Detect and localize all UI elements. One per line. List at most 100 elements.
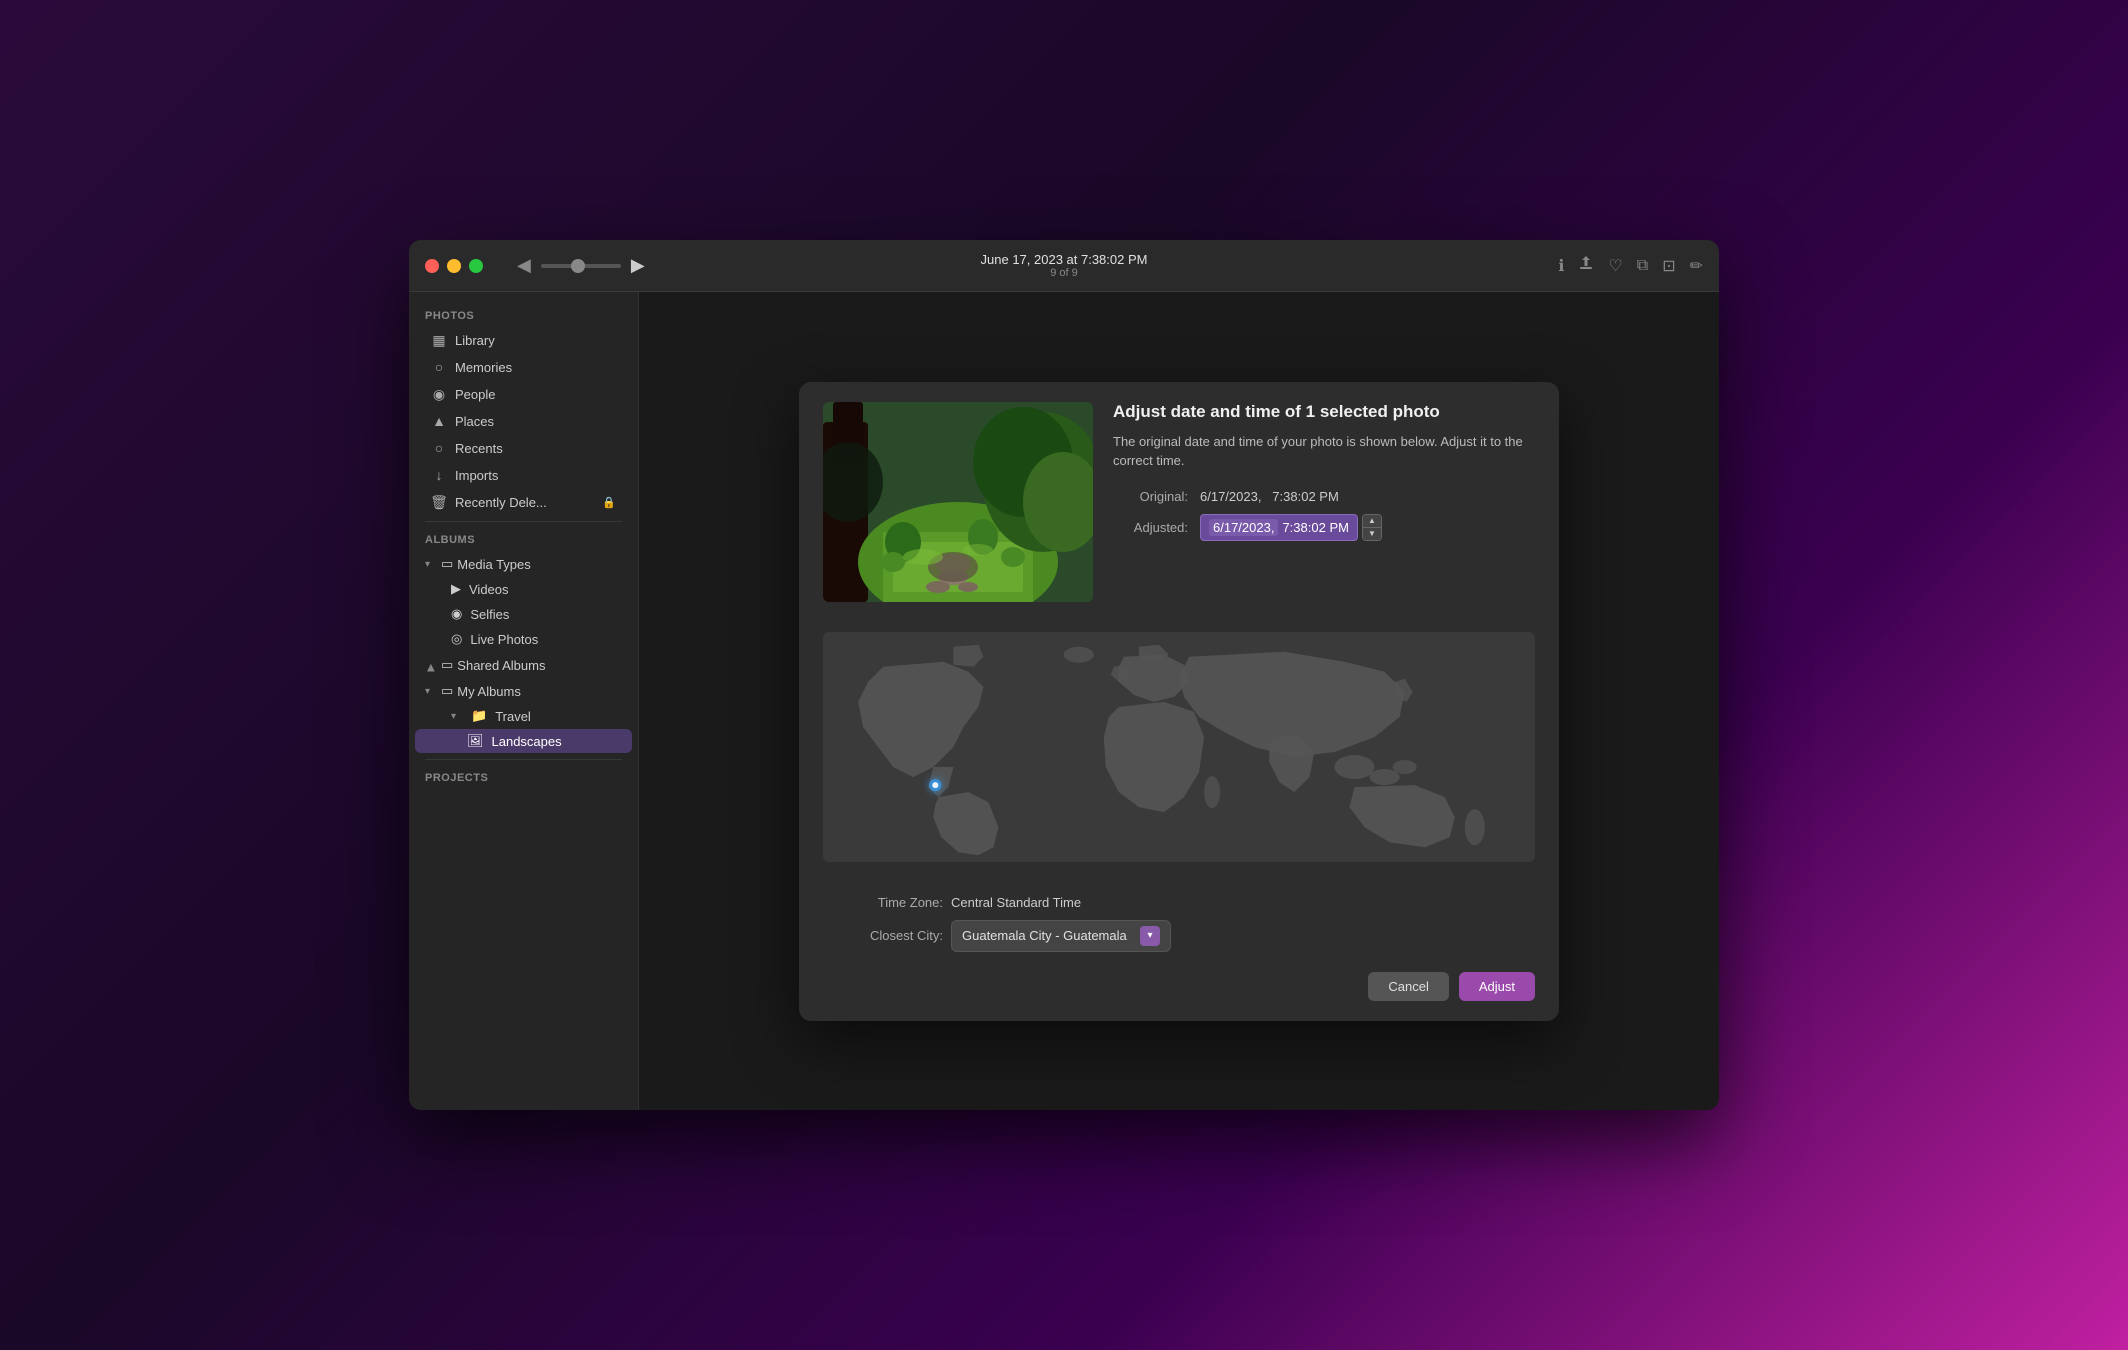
timezone-value: Central Standard Time xyxy=(951,895,1081,910)
original-date-value: 6/17/2023, xyxy=(1200,489,1261,504)
my-albums-chevron: ▾ xyxy=(425,686,437,697)
library-icon: ▦ xyxy=(431,332,447,348)
world-map xyxy=(823,632,1535,862)
duplicate-icon[interactable]: ⧉ xyxy=(1637,257,1648,275)
shared-albums-chevron: ▶ xyxy=(426,659,437,671)
sidebar-item-live-photos[interactable]: ◎ Live Photos xyxy=(415,627,632,651)
info-icon[interactable]: ℹ xyxy=(1558,256,1564,276)
nav-slider-thumb xyxy=(571,259,585,273)
imports-icon: ↓ xyxy=(431,467,447,483)
recently-deleted-label: Recently Dele... xyxy=(455,495,594,510)
sidebar-item-people[interactable]: ◉ People xyxy=(415,381,632,407)
dialog-title: Adjust date and time of 1 selected photo xyxy=(1113,402,1535,422)
share-icon[interactable] xyxy=(1578,255,1594,276)
date-input-field[interactable]: 6/17/2023, 7:38:02 PM xyxy=(1200,514,1358,541)
my-albums-label: My Albums xyxy=(457,684,521,699)
memories-icon: ○ xyxy=(431,359,447,375)
timezone-row: Time Zone: Central Standard Time xyxy=(823,895,1535,910)
dialog-bottom: Time Zone: Central Standard Time Closest… xyxy=(799,883,1559,1021)
sidebar-divider-1 xyxy=(425,521,622,522)
photos-section-label: Photos xyxy=(409,304,638,326)
stepper-up[interactable]: ▲ xyxy=(1363,515,1381,527)
adjusted-date-value[interactable]: 6/17/2023, xyxy=(1209,519,1278,536)
lock-icon: 🔒 xyxy=(602,496,616,509)
selfies-label: Selfies xyxy=(470,607,509,622)
original-time-value: 7:38:02 PM xyxy=(1272,489,1339,504)
landscapes-label: Landscapes xyxy=(492,734,562,749)
travel-group-header[interactable]: ▾ 📁 Travel xyxy=(415,704,632,728)
forward-arrow[interactable]: ▶ xyxy=(627,253,649,278)
shared-albums-icon: ▭ xyxy=(441,657,453,673)
sidebar-item-landscapes[interactable]: 🖼 Landscapes xyxy=(415,729,632,753)
original-label: Original: xyxy=(1113,489,1188,504)
stepper-down[interactable]: ▼ xyxy=(1363,528,1381,540)
live-photos-label: Live Photos xyxy=(470,632,538,647)
adjust-date-dialog: Adjust date and time of 1 selected photo… xyxy=(799,382,1559,1021)
navigation-controls: ◀ ▶ xyxy=(513,253,649,278)
dialog-top: Adjust date and time of 1 selected photo… xyxy=(799,382,1559,622)
city-select[interactable]: Guatemala City - Guatemala ▾ xyxy=(951,920,1171,952)
media-types-header[interactable]: ▾ ▭ Media Types xyxy=(415,552,632,576)
back-arrow[interactable]: ◀ xyxy=(513,253,535,278)
original-date: 6/17/2023, 7:38:02 PM xyxy=(1200,489,1339,504)
adjusted-time-value[interactable]: 7:38:02 PM xyxy=(1282,520,1349,535)
adjusted-date-input-group[interactable]: 6/17/2023, 7:38:02 PM ▲ ▼ xyxy=(1200,514,1382,541)
places-label: Places xyxy=(455,414,616,429)
adjust-button[interactable]: Adjust xyxy=(1459,972,1535,1001)
sidebar-divider-2 xyxy=(425,759,622,760)
library-label: Library xyxy=(455,333,616,348)
sidebar-item-places[interactable]: ▲ Places xyxy=(415,408,632,434)
memories-label: Memories xyxy=(455,360,616,375)
sidebar-item-memories[interactable]: ○ Memories xyxy=(415,354,632,380)
sidebar-item-recents[interactable]: ○ Recents xyxy=(415,435,632,461)
videos-label: Videos xyxy=(469,582,509,597)
sidebar-item-videos[interactable]: ▶ Videos xyxy=(415,577,632,601)
sidebar-item-library[interactable]: ▦ Library xyxy=(415,327,632,353)
media-types-label: Media Types xyxy=(457,557,530,572)
travel-chevron: ▾ xyxy=(451,711,463,722)
close-button[interactable] xyxy=(425,259,439,273)
cancel-button[interactable]: Cancel xyxy=(1368,972,1448,1001)
heart-icon[interactable]: ♡ xyxy=(1608,256,1622,276)
dialog-info: Adjust date and time of 1 selected photo… xyxy=(1113,402,1535,602)
edit-icon[interactable]: ✏ xyxy=(1690,256,1703,276)
travel-folder-icon: 📁 xyxy=(471,708,487,724)
dialog-description: The original date and time of your photo… xyxy=(1113,432,1535,471)
fullscreen-button[interactable] xyxy=(469,259,483,273)
my-albums-header[interactable]: ▾ ▭ My Albums xyxy=(415,679,632,703)
dialog-overlay: Adjust date and time of 1 selected photo… xyxy=(639,292,1719,1110)
recents-icon: ○ xyxy=(431,440,447,456)
media-types-chevron: ▾ xyxy=(425,559,437,570)
dialog-buttons: Cancel Adjust xyxy=(823,972,1535,1001)
timezone-label: Time Zone: xyxy=(823,895,943,910)
sidebar-item-selfies[interactable]: ◉ Selfies xyxy=(415,602,632,626)
albums-section-label: Albums xyxy=(409,528,638,550)
minimize-button[interactable] xyxy=(447,259,461,273)
city-row: Closest City: Guatemala City - Guatemala… xyxy=(823,920,1535,952)
crop-icon[interactable]: ⊡ xyxy=(1662,256,1675,276)
city-dropdown-arrow[interactable]: ▾ xyxy=(1140,926,1160,946)
sidebar-item-imports[interactable]: ↓ Imports xyxy=(415,462,632,488)
world-map-container xyxy=(799,622,1559,883)
sidebar-group-media-types: ▾ ▭ Media Types ▶ Videos ◉ Selfies ◎ Liv… xyxy=(409,552,638,651)
shared-albums-label: Shared Albums xyxy=(457,658,545,673)
selfies-icon: ◉ xyxy=(451,606,462,622)
title-bar: ◀ ▶ June 17, 2023 at 7:38:02 PM 9 of 9 ℹ… xyxy=(409,240,1719,292)
window-title: June 17, 2023 at 7:38:02 PM xyxy=(981,252,1148,267)
shared-albums-header[interactable]: ▶ ▭ Shared Albums xyxy=(415,653,632,677)
landscapes-icon: 🖼 xyxy=(467,733,484,749)
toolbar-actions: ℹ ♡ ⧉ ⊡ ✏ xyxy=(1558,255,1703,276)
people-icon: ◉ xyxy=(431,386,447,402)
trash-icon: 🗑 xyxy=(431,494,447,510)
videos-icon: ▶ xyxy=(451,581,461,597)
recents-label: Recents xyxy=(455,441,616,456)
city-select-text: Guatemala City - Guatemala xyxy=(962,928,1134,943)
nav-slider[interactable] xyxy=(541,264,621,268)
sidebar-item-recently-deleted[interactable]: 🗑 Recently Dele... 🔒 xyxy=(415,489,632,515)
city-label: Closest City: xyxy=(823,928,943,943)
projects-section-label: Projects xyxy=(409,766,638,788)
traffic-lights xyxy=(425,259,483,273)
sidebar: Photos ▦ Library ○ Memories ◉ People ▲ P… xyxy=(409,292,639,1110)
date-stepper[interactable]: ▲ ▼ xyxy=(1362,514,1382,541)
places-icon: ▲ xyxy=(431,413,447,429)
